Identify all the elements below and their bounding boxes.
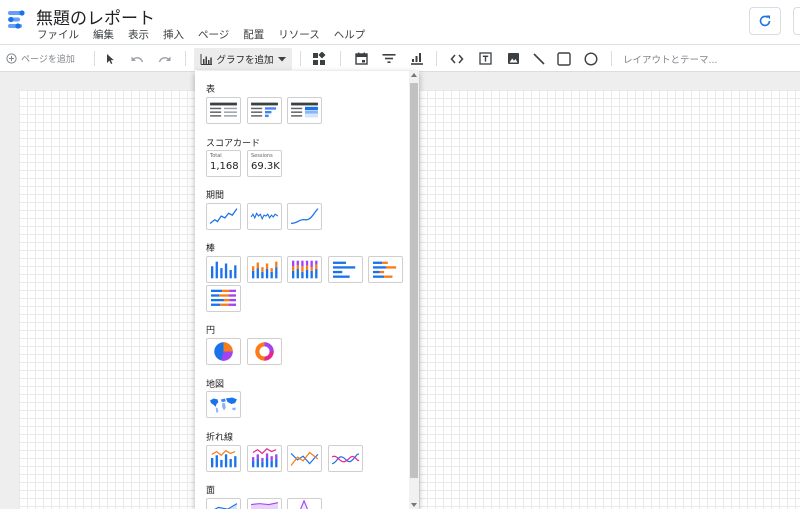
section-label-geo: 地図 (206, 380, 225, 390)
toolbar-divider (94, 51, 95, 66)
cursor-icon (107, 53, 114, 64)
bar-chart-icon (200, 53, 213, 65)
refresh-icon (759, 15, 771, 27)
section-label-pie: 円 (206, 326, 216, 336)
menu-scrollbar-thumb[interactable] (410, 83, 418, 478)
scroll-down-arrow-icon[interactable] (411, 503, 417, 507)
calendar-icon (354, 52, 368, 65)
chart-option-donut[interactable] (247, 338, 282, 365)
chart-option-table[interactable] (206, 97, 241, 124)
scorecard-total-value: 1,168 (210, 161, 239, 172)
chart-option-pie[interactable] (206, 338, 241, 365)
scorecard-sessions-label: Sessions (251, 153, 273, 159)
refresh-button[interactable] (749, 7, 781, 35)
chart-option-100-stacked-area[interactable] (287, 498, 322, 509)
line-button[interactable] (530, 45, 548, 72)
chart-option-stacked-combo[interactable] (247, 445, 282, 472)
chart-option-100-stacked-bar[interactable] (206, 285, 241, 312)
square-icon (557, 51, 571, 66)
circle-button[interactable] (582, 45, 600, 72)
chart-option-smoothed-timeseries[interactable] (287, 203, 322, 230)
section-label-line: 折れ線 (206, 433, 234, 443)
chart-option-smoothed-line[interactable] (328, 445, 363, 472)
share-button[interactable] (793, 7, 800, 35)
chart-option-area[interactable] (206, 498, 241, 509)
scorecard-total-label: Total (210, 153, 222, 159)
toolbar-divider (340, 51, 341, 66)
scroll-up-arrow-icon[interactable] (411, 73, 417, 77)
toolbar-divider (300, 51, 301, 66)
menu-arrange[interactable]: 配置 (236, 26, 271, 42)
undo-icon (131, 56, 144, 62)
chart-option-stacked-bar[interactable] (368, 256, 403, 283)
add-page-label: ページを追加 (21, 55, 75, 65)
dropdown-arrow-icon (277, 56, 286, 61)
chart-option-table-heatmap[interactable] (287, 97, 322, 124)
chart-option-sparkline[interactable] (247, 203, 282, 230)
chart-option-stacked-column[interactable] (247, 256, 282, 283)
toolbar-divider (611, 51, 612, 66)
toolbar-divider (436, 51, 437, 66)
filter-control-button[interactable] (380, 45, 398, 72)
select-tool-button[interactable] (103, 45, 117, 72)
section-label-timeseries: 期間 (206, 191, 225, 201)
line-icon (533, 52, 545, 65)
chart-option-100-stacked-column[interactable] (287, 256, 322, 283)
section-label-area: 面 (206, 486, 216, 496)
app-header: 無題のレポート ファイル 編集 表示 挿入 ページ 配置 リソース ヘルプ (0, 0, 800, 44)
image-button[interactable] (504, 45, 522, 72)
menu-bar: ファイル 編集 表示 挿入 ページ 配置 リソース ヘルプ (30, 26, 372, 42)
add-circle-icon (6, 53, 17, 64)
filter-list-icon (382, 54, 396, 63)
data-studio-logo[interactable] (6, 8, 28, 30)
circle-icon (584, 51, 598, 66)
chart-option-geo-map[interactable] (206, 391, 241, 418)
scorecard-sessions-value: 69.3K (251, 161, 280, 172)
chart-option-column[interactable] (206, 256, 241, 283)
add-chart-button[interactable]: グラフを追加 (194, 48, 292, 70)
chart-option-combo[interactable] (206, 445, 241, 472)
chart-option-line[interactable] (287, 445, 322, 472)
data-control-button[interactable] (408, 45, 426, 72)
menu-edit[interactable]: 編集 (86, 26, 121, 42)
redo-icon (158, 56, 171, 62)
text-box-icon (478, 52, 492, 65)
chart-option-table-with-bars[interactable] (247, 97, 282, 124)
menu-insert[interactable]: 挿入 (156, 26, 191, 42)
undo-button[interactable] (127, 45, 147, 72)
toolbar-divider (185, 51, 186, 66)
chart-option-scorecard-compact[interactable]: Sessions 69.3K (247, 150, 282, 177)
chart-option-stacked-area[interactable] (247, 498, 282, 509)
embed-url-button[interactable] (448, 45, 466, 72)
add-page-button[interactable]: ページを追加 (6, 45, 75, 72)
add-chart-label: グラフを追加 (216, 55, 274, 66)
chart-option-scorecard[interactable]: Total 1,168 (206, 150, 241, 177)
chart-option-timeseries[interactable] (206, 203, 241, 230)
layout-theme-button[interactable]: レイアウトとテーマ... (623, 45, 718, 72)
menu-file[interactable]: ファイル (30, 26, 86, 42)
section-label-table: 表 (206, 85, 216, 95)
text-box-button[interactable] (476, 45, 494, 72)
rectangle-button[interactable] (555, 45, 573, 72)
widgets-icon (313, 51, 326, 65)
menu-scrollbar[interactable] (409, 71, 419, 509)
data-control-icon (411, 52, 423, 65)
community-viz-button[interactable] (309, 45, 329, 72)
menu-resource[interactable]: リソース (271, 26, 326, 42)
chart-option-bar[interactable] (328, 256, 363, 283)
code-icon (450, 54, 464, 63)
image-icon (507, 53, 519, 64)
menu-help[interactable]: ヘルプ (327, 26, 373, 42)
add-chart-menu: 表 スコアカード Total 1,168 Sessions 69.3K 期間 棒… (195, 71, 419, 509)
toolbar: ページを追加 グラフを追加 レイアウトとテーマ... (0, 44, 800, 72)
menu-view[interactable]: 表示 (121, 26, 156, 42)
section-label-bar: 棒 (206, 244, 216, 254)
date-range-control-button[interactable] (352, 45, 370, 72)
menu-page[interactable]: ページ (191, 26, 236, 42)
section-label-scorecard: スコアカード (206, 139, 261, 149)
redo-button[interactable] (155, 45, 175, 72)
